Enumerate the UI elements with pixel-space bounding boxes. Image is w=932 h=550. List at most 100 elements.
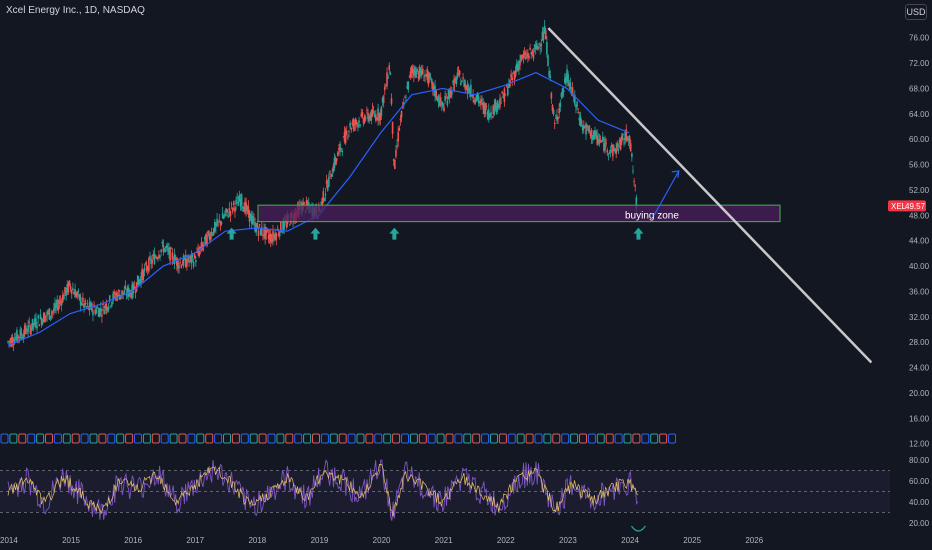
event-badge[interactable] [516,433,525,444]
event-badge[interactable] [62,433,71,444]
event-badge[interactable] [36,433,45,444]
candle-body [462,77,464,79]
x-tick-label: 2018 [248,536,266,545]
event-badge[interactable] [347,433,356,444]
event-badge[interactable] [481,433,490,444]
event-badge[interactable] [214,433,223,444]
event-badge[interactable] [178,433,187,444]
candle-body [322,191,325,203]
event-badge[interactable] [338,433,347,444]
event-badge[interactable] [285,433,294,444]
candle-body [82,297,84,302]
candle-body [562,90,565,93]
event-badge[interactable] [632,433,641,444]
event-badge[interactable] [205,433,214,444]
event-badge[interactable] [249,433,258,444]
event-badge[interactable] [463,433,472,444]
event-badge[interactable] [427,433,436,444]
event-badge[interactable] [392,433,401,444]
event-badge[interactable] [160,433,169,444]
event-badge[interactable] [151,433,160,444]
event-badge[interactable] [294,433,303,444]
event-badge[interactable] [454,433,463,444]
event-badge[interactable] [0,433,9,444]
event-badge[interactable] [374,433,383,444]
event-badge[interactable] [623,433,632,444]
event-badge[interactable] [436,433,445,444]
event-badge[interactable] [107,433,116,444]
event-badge[interactable] [169,433,178,444]
event-badge[interactable] [223,433,231,444]
candle-body [577,112,579,114]
event-badge[interactable] [525,433,534,444]
event-badge[interactable] [303,433,312,444]
candle-body [453,78,455,91]
event-badge[interactable] [365,433,374,444]
event-badge[interactable] [18,433,27,444]
event-badge[interactable] [125,433,134,444]
price-chart[interactable]: buying zone XEL 49.57 80.00 60.00 40.00 20.… [0,0,932,550]
event-badge[interactable] [383,433,392,444]
candle-body [240,194,243,206]
event-badge[interactable] [196,433,205,444]
event-badge[interactable] [641,433,650,444]
event-badge[interactable] [276,433,285,444]
event-badge[interactable] [258,433,267,444]
event-badge[interactable] [27,433,36,444]
event-badge[interactable] [329,433,338,444]
event-badge[interactable] [490,433,498,444]
y-tick-label: 60.00 [909,135,930,144]
event-badge[interactable] [401,433,409,444]
y-tick-label: 76.00 [909,34,930,43]
candle-body [443,107,445,112]
candle-body [609,149,612,152]
event-badge[interactable] [668,433,676,444]
candle-body [596,135,599,145]
event-badge[interactable] [312,433,320,444]
event-badge[interactable] [98,433,107,444]
event-badge[interactable] [231,433,240,444]
event-badge[interactable] [9,433,18,444]
event-badge[interactable] [53,433,62,444]
event-badge[interactable] [650,433,659,444]
buy-arrow-icon [310,227,321,240]
event-badge[interactable] [187,433,196,444]
event-badge[interactable] [472,433,481,444]
event-badge[interactable] [579,433,587,444]
event-badge[interactable] [142,433,151,444]
candle-body [363,116,366,123]
event-badge[interactable] [134,433,142,444]
event-badge[interactable] [80,433,89,444]
event-badge[interactable] [267,433,276,444]
event-badge[interactable] [614,433,623,444]
event-badge[interactable] [561,433,570,444]
event-badge[interactable] [45,433,53,444]
event-badge[interactable] [116,433,125,444]
candle-body [193,254,196,259]
event-badge[interactable] [534,433,543,444]
event-badge[interactable] [71,433,80,444]
event-badge[interactable] [89,433,98,444]
event-badge[interactable] [320,433,329,444]
event-badge[interactable] [240,433,249,444]
event-badge[interactable] [507,433,516,444]
event-badge[interactable] [418,433,427,444]
candle-body [48,308,51,320]
candle-body [528,55,530,59]
candle-body [113,291,116,295]
event-badge[interactable] [409,433,418,444]
rsi-pane: 80.00 60.00 40.00 20.00 [0,456,930,532]
event-badge[interactable] [587,433,596,444]
event-badge[interactable] [356,433,365,444]
event-badge[interactable] [659,433,668,444]
event-badge[interactable] [570,433,579,444]
candle-body [359,124,361,126]
candle-body [510,73,512,78]
event-badge[interactable] [498,433,507,444]
event-badge[interactable] [596,433,605,444]
event-badge[interactable] [445,433,454,444]
event-badge[interactable] [552,433,561,444]
event-badge[interactable] [605,433,614,444]
event-badge[interactable] [543,433,552,444]
candle-body [622,133,624,136]
